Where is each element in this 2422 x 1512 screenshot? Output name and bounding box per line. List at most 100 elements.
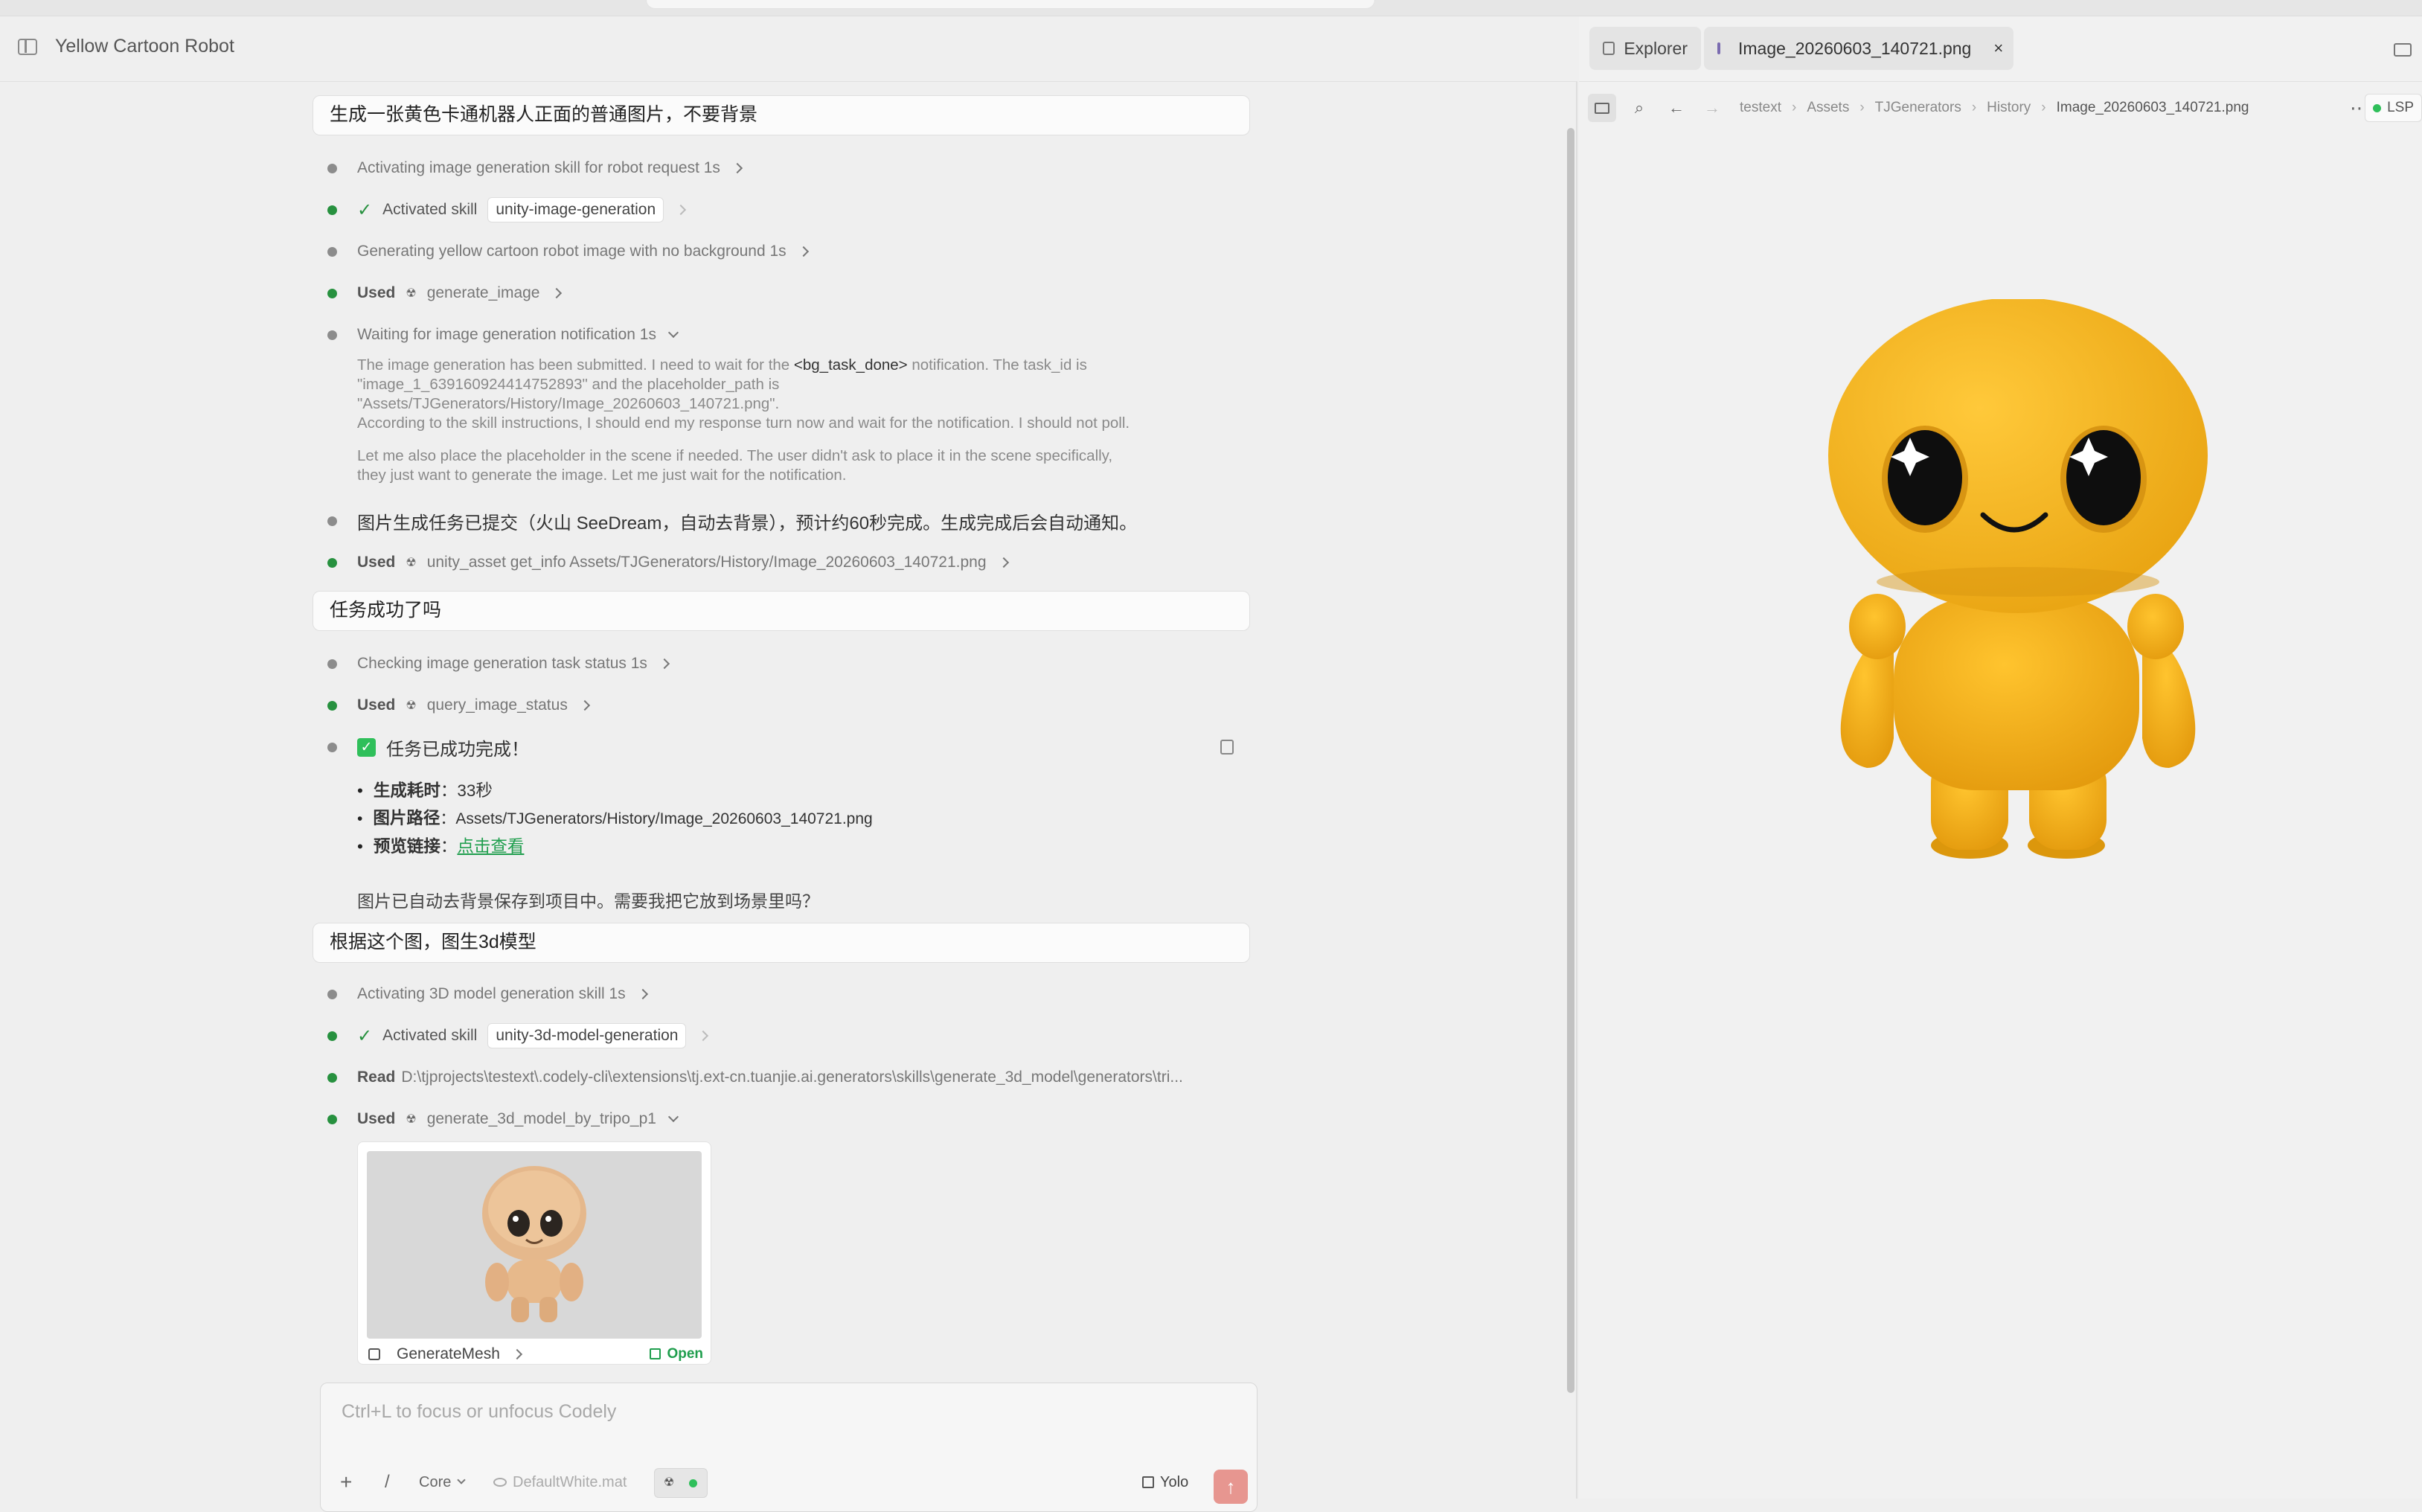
tool-label: Used: [357, 696, 396, 714]
step-text: Activating 3D model generation skill 1s: [357, 985, 626, 1002]
chat-transcript: 生成一张黄色卡通机器人正面的普通图片，不要背景 Activating image…: [0, 82, 1563, 1377]
status-dot: [327, 330, 337, 340]
mesh-result-card: GenerateMesh Open: [357, 1141, 711, 1365]
robot-3d-thumbnail: [482, 1166, 586, 1322]
add-button[interactable]: +: [340, 1470, 352, 1494]
chevron-down-icon: [667, 1111, 679, 1123]
tool-icon: ☢: [406, 287, 417, 300]
list-key: 图片路径: [373, 809, 440, 827]
chevron-right-icon: [798, 246, 809, 257]
send-button[interactable]: ↑: [1214, 1470, 1248, 1504]
lsp-status[interactable]: LSP: [2365, 94, 2422, 122]
yellow-robot-image: [1828, 299, 2208, 859]
tab-bar: Explorer Image_20260603_140721.png ×: [1579, 16, 2422, 82]
tool-name: generate_3d_model_by_tripo_p1: [426, 1110, 656, 1127]
image-icon: [1717, 42, 1720, 54]
composer-input[interactable]: Ctrl+L to focus or unfocus Codely: [342, 1401, 616, 1423]
drag-handle[interactable]: [646, 0, 1375, 9]
step-label: Activated skill: [382, 1027, 478, 1044]
forward-arrow-icon[interactable]: →: [1698, 94, 1726, 122]
chevron-right-icon: [579, 699, 590, 711]
tool-label: Used: [357, 1110, 396, 1127]
user-message: 生成一张黄色卡通机器人正面的普通图片，不要背景: [313, 95, 1250, 135]
mode-dropdown[interactable]: Core: [419, 1473, 467, 1491]
chevron-right-icon: [551, 287, 563, 299]
chat-scrollbar[interactable]: [1567, 128, 1574, 1393]
tool-label: Used: [357, 284, 396, 301]
list-key: 生成耗时: [373, 781, 440, 800]
check-icon: ✓: [357, 199, 373, 220]
breadcrumb-item[interactable]: History: [1987, 100, 2031, 116]
tab-explorer[interactable]: Explorer: [1589, 27, 1701, 70]
thought-text: According to the skill instructions, I s…: [357, 414, 1130, 432]
layout-icon[interactable]: [2394, 43, 2412, 57]
checkbox-checked-icon: ✓: [357, 737, 376, 757]
status-dot: [327, 164, 337, 173]
yolo-toggle[interactable]: Yolo: [1142, 1474, 1188, 1491]
list-item: 预览链接：点击查看: [357, 833, 873, 860]
slash-command-button[interactable]: /: [385, 1472, 390, 1493]
chevron-right-icon: [637, 988, 648, 1000]
back-arrow-icon[interactable]: ←: [1662, 94, 1691, 122]
breadcrumb-item[interactable]: testext: [1740, 100, 1781, 116]
window-top-strip: [0, 0, 2422, 16]
card-title[interactable]: GenerateMesh: [397, 1345, 500, 1363]
response-paragraph: 图片已自动去背景保存到项目中。需要我把它放到场景里吗？: [357, 891, 819, 911]
toggle-sidebar-icon[interactable]: [18, 39, 37, 55]
close-icon[interactable]: ×: [1993, 39, 2003, 58]
status-dot: [327, 1115, 337, 1124]
file-path: D:\tjprojects\testext\.codely-cli\extens…: [401, 1069, 1183, 1086]
search-icon[interactable]: ⌕: [1625, 94, 1653, 122]
response-text: 任务已成功完成！: [386, 739, 529, 760]
open-button[interactable]: Open: [650, 1346, 703, 1362]
step-text: Waiting for image generation notificatio…: [357, 326, 656, 343]
breadcrumb-item-current[interactable]: Image_20260603_140721.png: [2057, 100, 2249, 116]
tool-name: unity_asset get_info Assets/TJGenerators…: [426, 554, 987, 571]
chevron-right-icon: [659, 658, 670, 670]
folder-icon: [1603, 42, 1615, 55]
step-text: Activating image generation skill for ro…: [357, 159, 720, 176]
yolo-label: Yolo: [1160, 1473, 1189, 1490]
tool-name: query_image_status: [426, 696, 568, 714]
tool-icon: ☢: [406, 699, 417, 712]
status-dot: [327, 289, 337, 298]
mode-label: Core: [419, 1473, 452, 1490]
status-dot: [689, 1479, 697, 1487]
check-icon: ✓: [357, 1025, 373, 1046]
sidebar-toggle-icon[interactable]: [1588, 94, 1616, 122]
skill-badge: unity-3d-model-generation: [487, 1023, 687, 1048]
skill-badge: unity-image-generation: [487, 197, 664, 222]
card-footer: GenerateMesh Open: [368, 1343, 703, 1365]
editor-toolbar: ⌕ ← → testext › Assets › TJGenerators › His…: [1579, 91, 2422, 126]
preview-link[interactable]: 点击查看: [457, 837, 524, 856]
list-item: 生成耗时：33秒: [357, 777, 873, 804]
message-composer[interactable]: Ctrl+L to focus or unfocus Codely + / Co…: [320, 1383, 1258, 1512]
list-separator: ：: [440, 837, 458, 856]
tool-toggle[interactable]: ☢: [654, 1468, 708, 1498]
thought-text: The image generation has been submitted.…: [357, 356, 790, 374]
status-dot: [327, 990, 337, 999]
chevron-right-icon: [698, 1030, 709, 1042]
breadcrumb-item[interactable]: TJGenerators: [1875, 100, 1961, 116]
status-dot: [327, 247, 337, 257]
breadcrumb-item[interactable]: Assets: [1807, 100, 1849, 116]
cube-icon: [368, 1348, 380, 1360]
tab-label: Explorer: [1624, 38, 1688, 58]
status-dot: [327, 558, 337, 568]
step-text: Checking image generation task status 1s: [357, 655, 647, 672]
tab-image[interactable]: Image_20260603_140721.png ×: [1704, 27, 2013, 70]
thought-text: "image_1_639160924414752893" and the pla…: [357, 376, 780, 393]
response-text: 图片生成任务已提交（火山 SeeDream，自动去背景），预计约60秒完成。生成…: [357, 513, 1138, 534]
tool-name: generate_image: [426, 284, 540, 301]
material-chip[interactable]: DefaultWhite.mat: [493, 1474, 627, 1491]
mesh-preview-image[interactable]: [367, 1151, 702, 1339]
preview-panel: Explorer Image_20260603_140721.png × ⌕ ← …: [1579, 16, 2422, 1499]
status-dot: [327, 205, 337, 215]
list-value: ：33秒: [440, 781, 493, 800]
tool-label: Used: [357, 554, 396, 571]
lsp-label: LSP: [2387, 100, 2414, 115]
step-text: Generating yellow cartoon robot image wi…: [357, 243, 786, 260]
copy-icon[interactable]: [1220, 740, 1234, 755]
user-message: 任务成功了吗: [313, 591, 1250, 631]
chevron-right-icon: [998, 557, 1009, 568]
